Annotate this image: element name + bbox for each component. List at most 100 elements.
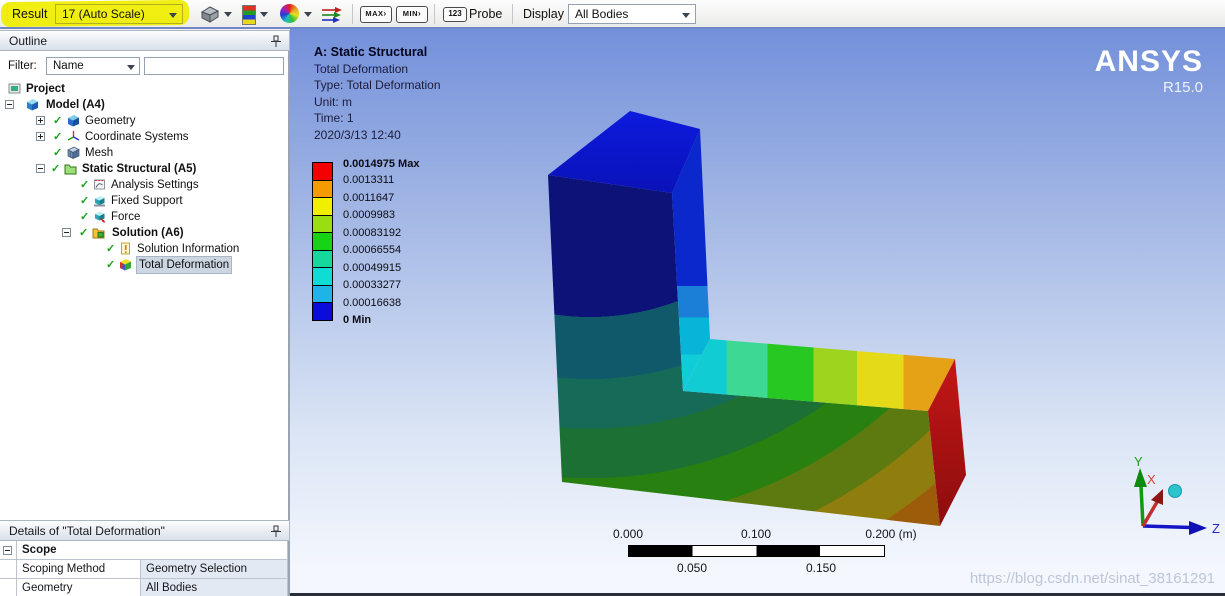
scope-group-header[interactable]: Scope xyxy=(17,541,288,560)
check-icon: ✓ xyxy=(106,241,115,257)
iso-view-sphere[interactable] xyxy=(1169,485,1182,498)
scoping-method-label: Scoping Method xyxy=(17,560,141,579)
analysis-settings-icon xyxy=(93,178,106,191)
legend-value: 0.00049915 xyxy=(343,262,401,274)
display-label: Display xyxy=(523,7,564,21)
legend-value: 0.0009983 xyxy=(343,209,395,221)
min-probe-button[interactable]: MIN› xyxy=(396,6,428,23)
tree-item-analysis-settings[interactable]: ✓ Analysis Settings xyxy=(0,177,290,193)
collapse-expander[interactable] xyxy=(5,100,14,109)
check-icon: ✓ xyxy=(80,177,89,193)
ruler-label: 0.150 xyxy=(806,561,836,575)
force-icon xyxy=(93,210,106,223)
tree-item-solution[interactable]: ✓ Solution (A6) xyxy=(0,225,290,241)
tree-item-solution-information[interactable]: ✓ Solution Information xyxy=(0,241,290,257)
filter-label: Filter: xyxy=(8,58,37,74)
check-icon: ✓ xyxy=(53,129,62,145)
result-scale-dropdown[interactable]: 17 (Auto Scale) xyxy=(55,4,183,24)
collapse-expander[interactable] xyxy=(3,546,12,555)
separator xyxy=(434,4,435,24)
pin-icon[interactable] xyxy=(270,525,281,538)
project-icon xyxy=(8,82,21,95)
watermark: https://blog.csdn.net/sinat_38161291 xyxy=(970,570,1215,587)
chevron-down-icon[interactable] xyxy=(224,12,232,17)
z-axis-label: Z xyxy=(1212,521,1220,536)
contour-bands-icon[interactable] xyxy=(242,5,256,25)
filter-type-dropdown[interactable]: Name xyxy=(46,57,140,75)
chevron-down-icon[interactable] xyxy=(260,12,268,17)
graphics-viewport[interactable]: A: Static Structural Total Deformation T… xyxy=(290,29,1225,596)
ansys-logo: ANSYS R15.0 xyxy=(1095,47,1203,96)
legend-color-cell xyxy=(312,267,333,286)
legend-value: 0.00066554 xyxy=(343,244,401,256)
check-icon: ✓ xyxy=(80,209,89,225)
tree-item-mesh[interactable]: ✓ Mesh xyxy=(0,145,290,161)
legend-color-cell xyxy=(312,232,333,251)
tree-item-geometry[interactable]: ✓ Geometry xyxy=(0,113,290,129)
mesh-icon xyxy=(67,146,80,159)
ruler-label: 0.200 (m) xyxy=(865,527,916,541)
geometry-label: Geometry xyxy=(17,579,141,596)
expand-expander[interactable] xyxy=(36,116,45,125)
geometry-display-cube-icon[interactable] xyxy=(200,5,220,23)
expand-expander[interactable] xyxy=(36,132,45,141)
smooth-contour-icon[interactable] xyxy=(280,4,299,23)
geometry-value[interactable]: All Bodies xyxy=(141,579,288,596)
scoping-method-value[interactable]: Geometry Selection xyxy=(141,560,288,579)
x-axis-label: X xyxy=(1147,472,1156,487)
collapse-expander[interactable] xyxy=(62,228,71,237)
tree-item-force[interactable]: ✓ Force xyxy=(0,209,290,225)
tree-item-project[interactable]: Project xyxy=(0,81,290,97)
legend-value: 0.00033277 xyxy=(343,279,401,291)
check-icon: ✓ xyxy=(79,225,88,241)
total-deformation-icon xyxy=(119,258,132,271)
gutter-cell xyxy=(0,560,17,579)
model-icon xyxy=(26,98,39,111)
coordinate-systems-icon xyxy=(67,130,80,143)
details-table: Scope Scoping Method Geometry Selection … xyxy=(0,541,290,596)
y-axis-arrow xyxy=(1134,468,1147,487)
result-annotation: A: Static Structural Total Deformation T… xyxy=(314,44,441,143)
probe-123-icon[interactable]: 123 xyxy=(443,7,467,22)
tree-item-fixed-support[interactable]: ✓ Fixed Support xyxy=(0,193,290,209)
gutter-cell xyxy=(0,579,17,596)
orientation-triad[interactable]: Y X Z xyxy=(1105,454,1225,569)
ruler-label: 0.100 xyxy=(741,527,771,541)
geometry-icon xyxy=(67,114,80,127)
chevron-down-icon xyxy=(169,13,177,18)
check-icon: ✓ xyxy=(106,257,115,273)
vector-display-icon[interactable] xyxy=(320,6,344,23)
check-icon: ✓ xyxy=(51,161,60,177)
pin-icon[interactable] xyxy=(270,35,281,48)
tree-item-coordinate-systems[interactable]: ✓ Coordinate Systems xyxy=(0,129,290,145)
static-structural-icon xyxy=(64,162,77,175)
scope-group-gutter xyxy=(0,541,17,560)
display-bodies-dropdown[interactable]: All Bodies xyxy=(568,4,696,24)
filter-search-input[interactable] xyxy=(144,57,284,75)
max-probe-button[interactable]: MAX› xyxy=(360,6,392,23)
chevron-down-icon[interactable] xyxy=(304,12,312,17)
tree-item-static-structural[interactable]: ✓ Static Structural (A5) xyxy=(0,161,290,177)
legend-color-cell xyxy=(312,197,333,216)
check-icon: ✓ xyxy=(53,145,62,161)
ansys-mechanical-window: Result 17 (Auto Scale) MAX› MIN› 123 Pro… xyxy=(0,0,1225,596)
y-axis-label: Y xyxy=(1134,454,1143,469)
legend-value: 0.00083192 xyxy=(343,227,401,239)
x-axis-arrow xyxy=(1143,502,1157,526)
scale-ruler-bar xyxy=(628,545,885,557)
legend-value: 0.0011647 xyxy=(343,192,394,204)
ruler-label: 0.050 xyxy=(677,561,707,575)
legend-color-cell xyxy=(312,162,333,181)
probe-button[interactable]: Probe xyxy=(469,7,502,21)
legend-value: 0 Min xyxy=(343,314,371,326)
solution-icon xyxy=(92,226,105,239)
separator xyxy=(352,4,353,24)
tree-item-total-deformation[interactable]: ✓ Total Deformation xyxy=(0,257,290,273)
fixed-support-icon xyxy=(93,194,106,207)
tree-item-model[interactable]: Model (A4) xyxy=(0,97,290,113)
legend-color-cell xyxy=(312,285,333,304)
outline-tree-panel: Filter: Name Project Model (A4) ✓ xyxy=(0,51,290,520)
result-toolbar: Result 17 (Auto Scale) MAX› MIN› 123 Pro… xyxy=(0,0,1225,29)
check-icon: ✓ xyxy=(53,113,62,129)
collapse-expander[interactable] xyxy=(36,164,45,173)
